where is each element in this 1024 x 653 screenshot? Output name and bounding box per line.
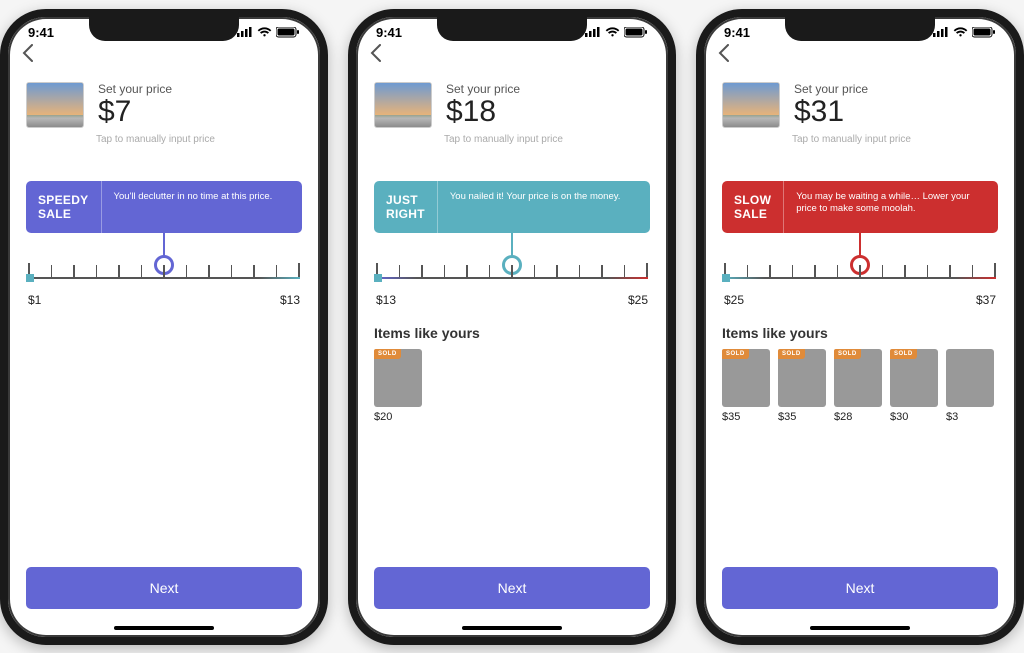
similar-items-heading: Items like yours	[722, 325, 998, 341]
item-price: $28	[834, 411, 882, 423]
battery-icon	[972, 27, 996, 38]
signal-icon	[237, 27, 253, 37]
wifi-icon	[953, 27, 968, 38]
wifi-icon	[257, 27, 272, 38]
similar-items-row: SOLD $20	[374, 349, 650, 423]
item-thumbnail: SOLD	[722, 349, 770, 407]
sold-badge: SOLD	[778, 349, 805, 359]
sold-badge: SOLD	[834, 349, 861, 359]
sold-badge: SOLD	[722, 349, 749, 359]
status-time: 9:41	[724, 25, 750, 40]
item-price: $20	[374, 411, 422, 423]
price-hint: Tap to manually input price	[356, 132, 668, 145]
home-indicator	[810, 626, 910, 630]
back-button[interactable]	[8, 40, 320, 72]
price-label: Set your price	[98, 82, 172, 96]
feedback-message: You nailed it! Your price is on the mone…	[438, 181, 650, 234]
price-label: Set your price	[446, 82, 520, 96]
phone-mockup: 9:41 Set your price $31 Tap to manually …	[696, 9, 1024, 645]
phone-mockup: 9:41 Set your price $7 Tap to manually i…	[0, 9, 328, 645]
listing-thumbnail	[374, 82, 432, 128]
chevron-left-icon	[22, 44, 34, 62]
item-thumbnail: SOLD	[778, 349, 826, 407]
feedback-message: You'll declutter in no time at this pric…	[102, 181, 303, 234]
price-value[interactable]: $7	[98, 96, 172, 128]
price-feedback-bubble: SLOW SALE You may be waiting a while… Lo…	[722, 181, 998, 234]
status-time: 9:41	[28, 25, 54, 40]
price-value[interactable]: $18	[446, 96, 520, 128]
price-feedback-bubble: JUST RIGHT You nailed it! Your price is …	[374, 181, 650, 234]
range-max: $13	[280, 293, 300, 307]
feedback-tag: JUST RIGHT	[374, 181, 438, 234]
signal-icon	[585, 27, 601, 37]
similar-item[interactable]: SOLD $35	[778, 349, 826, 423]
item-price: $30	[890, 411, 938, 423]
device-notch	[89, 17, 239, 41]
price-slider-axis[interactable]	[724, 263, 996, 287]
phone-mockup: 9:41 Set your price $18 Tap to manually …	[348, 9, 676, 645]
feedback-message: You may be waiting a while… Lower your p…	[784, 181, 998, 234]
listing-thumbnail	[26, 82, 84, 128]
axis-line	[724, 277, 996, 279]
range-min: $13	[376, 293, 396, 307]
item-thumbnail: SOLD	[834, 349, 882, 407]
sold-badge: SOLD	[374, 349, 401, 359]
similar-items-heading: Items like yours	[374, 325, 650, 341]
next-button[interactable]: Next	[26, 567, 302, 609]
range-min: $1	[28, 293, 41, 307]
back-button[interactable]	[356, 40, 668, 72]
signal-icon	[933, 27, 949, 37]
wifi-icon	[605, 27, 620, 38]
battery-icon	[624, 27, 648, 38]
battery-icon	[276, 27, 300, 38]
back-button[interactable]	[704, 40, 1016, 72]
next-button[interactable]: Next	[374, 567, 650, 609]
item-price: $35	[778, 411, 826, 423]
price-feedback-bubble: SPEEDY SALE You'll declutter in no time …	[26, 181, 302, 234]
device-notch	[437, 17, 587, 41]
listing-thumbnail	[722, 82, 780, 128]
similar-item[interactable]: SOLD $30	[890, 349, 938, 423]
price-label: Set your price	[794, 82, 868, 96]
feedback-tag: SPEEDY SALE	[26, 181, 102, 234]
price-value[interactable]: $31	[794, 96, 868, 128]
price-hint: Tap to manually input price	[704, 132, 1016, 145]
range-min: $25	[724, 293, 744, 307]
home-indicator	[462, 626, 562, 630]
axis-line	[376, 277, 648, 279]
item-thumbnail: SOLD	[374, 349, 422, 407]
status-time: 9:41	[376, 25, 402, 40]
price-slider-axis[interactable]	[28, 263, 300, 287]
item-price: $3	[946, 411, 994, 423]
range-max: $25	[628, 293, 648, 307]
feedback-tag: SLOW SALE	[722, 181, 784, 234]
similar-item[interactable]: SOLD $28	[834, 349, 882, 423]
item-thumbnail	[946, 349, 994, 407]
chevron-left-icon	[370, 44, 382, 62]
price-hint: Tap to manually input price	[8, 132, 320, 145]
item-thumbnail: SOLD	[890, 349, 938, 407]
axis-line	[28, 277, 300, 279]
price-slider-axis[interactable]	[376, 263, 648, 287]
similar-item[interactable]: $3	[946, 349, 994, 423]
home-indicator	[114, 626, 214, 630]
similar-item[interactable]: SOLD $20	[374, 349, 422, 423]
chevron-left-icon	[718, 44, 730, 62]
similar-item[interactable]: SOLD $35	[722, 349, 770, 423]
sold-badge: SOLD	[890, 349, 917, 359]
device-notch	[785, 17, 935, 41]
similar-items-row: SOLD $35 SOLD $35 SOLD $28 SOLD $30	[722, 349, 998, 423]
next-button[interactable]: Next	[722, 567, 998, 609]
item-price: $35	[722, 411, 770, 423]
range-max: $37	[976, 293, 996, 307]
